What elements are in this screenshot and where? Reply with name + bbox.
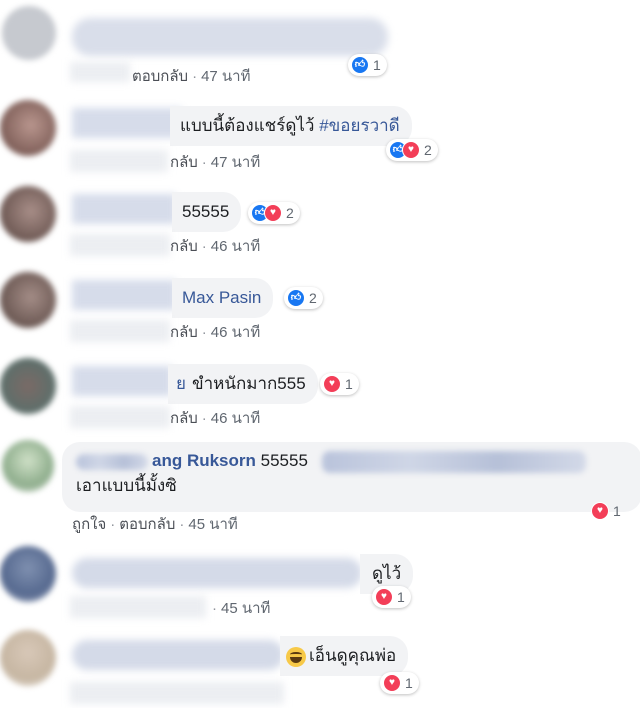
blurred-row: [70, 596, 206, 618]
comment-bubble: Max Pasin: [172, 278, 274, 318]
reaction-summary[interactable]: 👍︎ ♥ 2: [386, 139, 438, 161]
love-icon: ♥: [591, 502, 609, 520]
reply-link[interactable]: ตอบกลับ: [132, 68, 188, 85]
blurred-name: [72, 366, 172, 396]
avatar[interactable]: [0, 272, 56, 328]
blurred-name: [72, 108, 182, 138]
comment-meta: กลับ · 46 นาที: [170, 238, 261, 255]
blurred-row: [70, 320, 170, 342]
comment-1: ตอบกลับ · 47 นาที 👍︎ 1: [0, 0, 640, 90]
blurred-name: [72, 194, 176, 224]
reaction-summary[interactable]: 👍︎ ♥ 2: [248, 202, 300, 224]
love-icon: ♥: [375, 588, 393, 606]
blurred-name: [72, 640, 284, 670]
comment-meta: กลับ · 46 นาที: [170, 410, 261, 427]
comment-2: แบบนี้ต้องแชร์ดูไว้ #ขอยรวาดี กลับ · 47 นา…: [0, 92, 640, 178]
reply-link[interactable]: ตอบกลับ: [119, 516, 175, 533]
reaction-summary[interactable]: ♥ 1: [320, 373, 359, 395]
blurred-name: [72, 280, 176, 310]
reaction-summary[interactable]: 👍︎ 2: [284, 287, 323, 309]
comment-bubble: แบบนี้ต้องแชร์ดูไว้ #ขอยรวาดี: [170, 106, 412, 146]
like-icon: 👍︎: [351, 56, 369, 74]
blurred-name: [76, 453, 148, 470]
comment-text-2: เอาแบบนี้มั้งซิ: [76, 475, 177, 495]
comment-text: ดูไว้: [372, 564, 402, 583]
comment-7: ดูไว้ ♥ 1 · 45 นาที: [0, 540, 640, 626]
comment-text: เอ็นดูคุณพ่อ: [309, 646, 397, 665]
reaction-summary[interactable]: ♥ 1: [380, 672, 419, 694]
timestamp[interactable]: 45 นาที: [188, 516, 237, 533]
comment-bubble: ang Ruksorn 55555 เอาแบบนี้มั้งซิ: [62, 442, 640, 512]
love-icon: ♥: [323, 375, 341, 393]
comment-line-1: ang Ruksorn 55555: [76, 450, 628, 473]
comment-6: ang Ruksorn 55555 เอาแบบนี้มั้งซิ ถูกใจ ·…: [0, 436, 640, 540]
blurred-row: [70, 682, 284, 704]
love-icon: ♥: [402, 141, 420, 159]
timestamp[interactable]: 46 นาที: [211, 324, 260, 341]
comment-bubble: เอ็นดูคุณพ่อ: [280, 636, 409, 676]
timestamp[interactable]: 45 นาที: [221, 600, 270, 617]
avatar[interactable]: [0, 186, 56, 242]
reply-link[interactable]: กลับ: [170, 238, 198, 255]
reply-link[interactable]: กลับ: [170, 410, 198, 427]
reply-link[interactable]: กลับ: [170, 324, 198, 341]
timestamp[interactable]: 46 นาที: [211, 410, 260, 427]
blurred-row: [70, 62, 130, 82]
timestamp[interactable]: 47 นาที: [211, 154, 260, 171]
blurred-name: [72, 18, 388, 56]
comment-8: เอ็นดูคุณพ่อ ♥ 1: [0, 626, 640, 708]
comment-meta: กลับ · 46 นาที: [170, 324, 261, 341]
comment-bubble: ย ขำหนักมาก555: [168, 364, 318, 404]
comment-3: 55555 👍︎ ♥ 2 กลับ · 46 นาที: [0, 180, 640, 264]
comment-meta: กลับ · 47 นาที: [170, 154, 261, 171]
comment-meta: · 45 นาที: [212, 600, 271, 617]
avatar[interactable]: [2, 440, 54, 492]
blurred-name: [72, 558, 362, 588]
comment-4: Max Pasin 👍︎ 2 กลับ · 46 นาที: [0, 264, 640, 350]
avatar[interactable]: [0, 358, 56, 414]
comment-bubble: 55555: [172, 192, 242, 232]
blurred-mention: [321, 450, 586, 473]
blurred-row: [70, 150, 168, 172]
laughing-emoji-icon: [286, 646, 306, 667]
avatar[interactable]: [0, 100, 56, 156]
comment-text: ขำหนักมาก555: [191, 374, 306, 393]
comment-text: 55555: [182, 202, 230, 221]
blurred-row: [70, 406, 170, 428]
comment-5: ย ขำหนักมาก555 ♥ 1 กลับ · 46 นาที: [0, 350, 640, 436]
avatar[interactable]: [0, 630, 56, 686]
reaction-summary[interactable]: ♥ 1: [372, 586, 411, 608]
love-icon: ♥: [264, 204, 282, 222]
mention-link[interactable]: Max Pasin: [182, 288, 261, 307]
comment-meta: ตอบกลับ · 47 นาที: [132, 68, 251, 85]
love-icon: ♥: [383, 674, 401, 692]
avatar[interactable]: [0, 546, 56, 602]
reply-link[interactable]: กลับ: [170, 154, 198, 171]
hashtag-link[interactable]: #ขอยรวาดี: [319, 116, 400, 135]
blurred-row: [70, 234, 170, 256]
reaction-summary[interactable]: ♥ 1: [588, 500, 627, 522]
comment-meta: ถูกใจ · ตอบกลับ · 45 นาที: [72, 516, 238, 533]
reaction-summary[interactable]: 👍︎ 1: [348, 54, 387, 76]
timestamp[interactable]: 47 นาที: [201, 68, 250, 85]
commenter-name[interactable]: ang Ruksorn: [152, 451, 256, 470]
name-fragment[interactable]: ย: [176, 374, 186, 393]
like-icon: 👍︎: [287, 289, 305, 307]
avatar[interactable]: [2, 6, 56, 60]
timestamp[interactable]: 46 นาที: [211, 238, 260, 255]
comment-text: 55555: [260, 451, 308, 470]
like-link[interactable]: ถูกใจ: [72, 516, 106, 533]
comment-text: แบบนี้ต้องแชร์ดูไว้: [180, 116, 320, 135]
